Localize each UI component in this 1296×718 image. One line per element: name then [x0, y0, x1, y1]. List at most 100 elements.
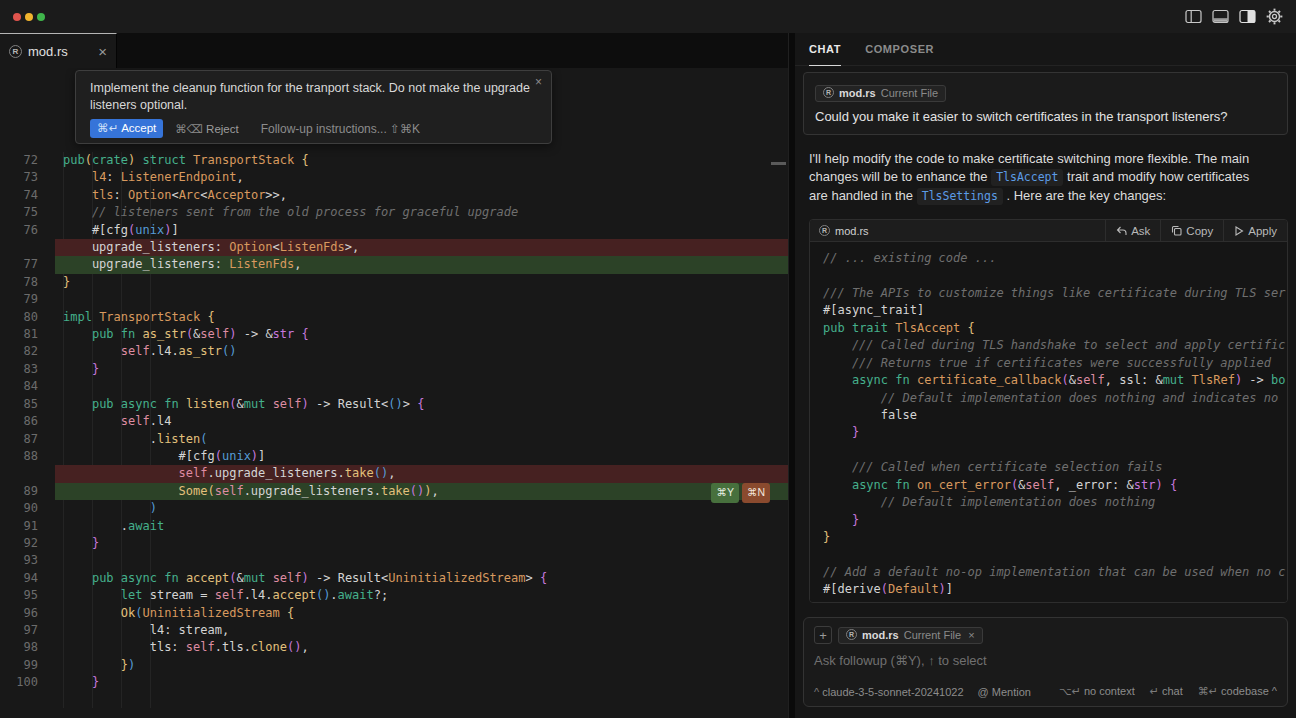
rust-file-icon: R	[823, 87, 834, 98]
toggle-right-panel-icon[interactable]	[1239, 9, 1256, 24]
code-line: 94 pub async fn accept(&mut self) -> Res…	[0, 570, 788, 587]
code-line	[823, 546, 1287, 563]
model-selector[interactable]: ^ claude-3-5-sonnet-20241022	[814, 686, 964, 698]
tab-mod-rs[interactable]: R mod.rs ×	[0, 33, 117, 68]
followup-instructions[interactable]: Follow-up instructions... ⇧⌘K	[261, 122, 420, 136]
code-line: 83 }	[0, 361, 788, 378]
scrollbar-indicator[interactable]	[771, 162, 786, 165]
code-line: 92 }	[0, 535, 788, 552]
inline-code: TlsAccept	[991, 169, 1063, 186]
code-line: 76 #[cfg(unix)]	[0, 222, 788, 239]
code-line: 93	[0, 552, 788, 569]
code-line: 89 Some(self.upgrade_listeners.take()),⌘…	[0, 483, 788, 500]
code-line: 79	[0, 291, 788, 308]
code-line: 77 upgrade_listeners: ListenFds,	[0, 256, 788, 273]
editor-lines: 72pub(crate) struct TransportStack {73 l…	[0, 152, 788, 692]
user-message: R mod.rs Current File Could you make it …	[803, 72, 1288, 135]
minimize-window-button[interactable]	[25, 13, 33, 21]
rust-file-icon: R	[819, 225, 830, 236]
code-line: 82 self.l4.as_str()	[0, 343, 788, 360]
toggle-left-panel-icon[interactable]	[1185, 9, 1202, 24]
code-line: // Default implementation does nothing	[823, 494, 1287, 511]
code-line: }	[823, 512, 1287, 529]
apply-button[interactable]: Apply	[1223, 220, 1287, 241]
code-line: /// Called during TLS handshake to selec…	[823, 337, 1287, 354]
settings-gear-icon[interactable]	[1266, 8, 1283, 25]
titlebar	[0, 0, 1296, 33]
code-line: async fn certificate_callback(&self, ssl…	[823, 372, 1287, 389]
ask-button[interactable]: Ask	[1105, 220, 1160, 241]
close-tab-icon[interactable]: ×	[98, 44, 107, 59]
code-block-header: R mod.rs Ask Copy Apply	[810, 220, 1287, 242]
code-editor[interactable]: R mod.rs × 72pub(crate) struct Transport…	[0, 33, 788, 718]
code-line: 95 let stream = self.l4.accept().await?;	[0, 587, 788, 604]
remove-context-icon[interactable]: ×	[968, 629, 974, 641]
code-line: 75 // listeners sent from the old proces…	[0, 204, 788, 221]
inline-code: TlsSettings	[917, 188, 1003, 205]
reject-hunk-badge[interactable]: ⌘N	[742, 483, 770, 503]
assistant-message-text: I'll help modify the code to make certif…	[809, 150, 1261, 206]
close-prompt-icon[interactable]: ×	[535, 75, 542, 89]
code-line: 85 pub async fn listen(&mut self) -> Res…	[0, 396, 788, 413]
code-line: /// Returns true if certificates were su…	[823, 355, 1287, 372]
code-line: self.upgrade_listeners.take(),	[0, 465, 788, 482]
tab-chat[interactable]: CHAT	[809, 33, 841, 66]
chat-panel: CHAT COMPOSER R mod.rs Current File Coul…	[795, 33, 1296, 718]
context-file-chip[interactable]: R mod.rs Current File ×	[838, 627, 983, 644]
close-window-button[interactable]	[13, 13, 21, 21]
no-context-shortcut[interactable]: ⌥↵ no context	[1059, 685, 1135, 698]
code-line: pub trait TlsAccept {	[823, 320, 1287, 337]
traffic-lights	[13, 13, 45, 21]
accept-button[interactable]: ⌘↵Accept	[90, 119, 163, 138]
code-line: 84	[0, 378, 788, 395]
code-line: }	[823, 424, 1287, 441]
code-line: /// Called when certificate selection fa…	[823, 459, 1287, 476]
code-line: // Add a default no-op implementation th…	[823, 564, 1287, 581]
code-line: 99 })	[0, 657, 788, 674]
code-line: 74 tls: Option<Arc<Acceptor>>,	[0, 187, 788, 204]
code-line: false	[823, 407, 1287, 424]
code-area: 72pub(crate) struct TransportStack {73 l…	[0, 68, 788, 718]
code-line: 73 l4: ListenerEndpoint,	[0, 169, 788, 186]
chat-submit-shortcut[interactable]: ↵ chat	[1150, 685, 1183, 698]
code-line: 87 .listen(	[0, 431, 788, 448]
code-line: }	[823, 529, 1287, 546]
inline-ai-prompt: Implement the cleanup function for the t…	[75, 70, 552, 144]
chat-input-placeholder: Ask followup (⌘Y), ↑ to select	[814, 653, 1277, 668]
mention-button[interactable]: @ Mention	[978, 686, 1031, 698]
reject-button[interactable]: ⌘⌫Reject	[175, 122, 238, 136]
code-line: #[async_trait]	[823, 302, 1287, 319]
chat-tab-bar: CHAT COMPOSER	[795, 33, 1296, 66]
copy-button[interactable]: Copy	[1160, 220, 1223, 241]
chat-input[interactable]: + R mod.rs Current File × Ask followup (…	[803, 617, 1288, 707]
rust-file-icon: R	[846, 629, 857, 640]
panel-divider[interactable]	[788, 33, 795, 718]
code-line: 98 tls: self.tls.clone(),	[0, 639, 788, 656]
add-context-button[interactable]: +	[814, 626, 832, 644]
codebase-shortcut[interactable]: ⌘↵ codebase ^	[1198, 685, 1277, 698]
rust-file-icon: R	[9, 45, 22, 58]
code-line: upgrade_listeners: Option<ListenFds>,	[0, 239, 788, 256]
code-line: 72pub(crate) struct TransportStack {	[0, 152, 788, 169]
code-line: 97 l4: stream,	[0, 622, 788, 639]
tab-label: mod.rs	[28, 44, 68, 59]
code-line: 78}	[0, 274, 788, 291]
code-line: // ... existing code ...	[823, 250, 1287, 267]
code-line	[823, 442, 1287, 459]
code-line: 91 .await	[0, 518, 788, 535]
zoom-window-button[interactable]	[37, 13, 45, 21]
prompt-text: Implement the cleanup function for the t…	[90, 80, 545, 114]
user-message-text: Could you make it easier to switch certi…	[815, 109, 1276, 124]
accept-hunk-badge[interactable]: ⌘Y	[711, 483, 739, 503]
code-block-body: // ... existing code ... /// The APIs to …	[810, 242, 1287, 602]
tab-composer[interactable]: COMPOSER	[865, 33, 934, 66]
toggle-bottom-panel-icon[interactable]	[1212, 9, 1229, 24]
code-block-filename: R mod.rs	[819, 220, 869, 241]
code-line: 96 Ok(UninitializedStream {	[0, 605, 788, 622]
context-file-chip[interactable]: R mod.rs Current File	[815, 85, 946, 102]
chat-code-block: R mod.rs Ask Copy Apply // ... existing …	[809, 219, 1288, 603]
code-line: 80impl TransportStack {	[0, 309, 788, 326]
code-line: 86 self.l4	[0, 413, 788, 430]
code-line: 90 )	[0, 500, 788, 517]
code-line: /// The APIs to customize things like ce…	[823, 285, 1287, 302]
